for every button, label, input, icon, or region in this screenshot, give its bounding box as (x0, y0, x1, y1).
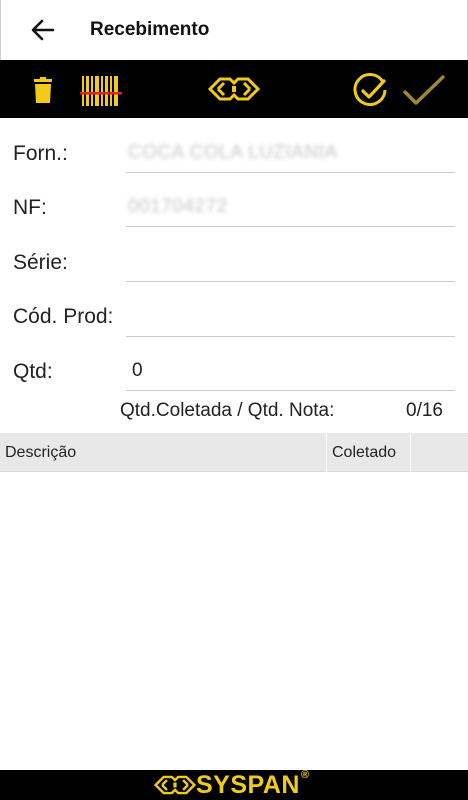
syspan-logo-icon (207, 77, 261, 101)
trash-icon (34, 77, 52, 103)
form-row-serie: Série: (0, 247, 468, 301)
serie-label: Série: (13, 251, 68, 274)
quantity-summary-label: Qtd.Coletada / Qtd. Nota: (120, 400, 335, 421)
nf-label: NF: (13, 196, 47, 219)
registered-mark: ® (301, 769, 310, 781)
nf-field[interactable]: 001704272 (126, 192, 455, 227)
form-row-cod-prod: Cód. Prod: (0, 302, 468, 356)
qtd-label: Qtd: (13, 360, 53, 383)
cod-prod-label: Cód. Prod: (13, 305, 114, 328)
arrow-left-icon (31, 19, 55, 41)
footer-brand-bar: SYSPAN ® (0, 769, 468, 800)
column-divider (326, 433, 327, 472)
back-button[interactable] (27, 14, 59, 46)
check-icon (403, 75, 445, 105)
column-header-descricao[interactable]: Descrição (5, 433, 76, 472)
app-bar: Recebimento (0, 0, 468, 60)
qtd-value: 0 (132, 360, 143, 381)
column-header-coletado[interactable]: Coletado (332, 433, 396, 472)
form-row-nf: NF: 001704272 (0, 192, 468, 246)
items-table-body[interactable] (0, 473, 468, 770)
syspan-logo (207, 74, 261, 109)
fornecedor-value: COCA COLA LUZIANIA (128, 142, 338, 163)
confirm-button[interactable] (402, 74, 446, 113)
action-toolbar (0, 60, 468, 118)
fornecedor-label: Forn.: (13, 142, 68, 165)
delete-button[interactable] (30, 77, 56, 110)
cod-prod-input[interactable] (126, 302, 455, 337)
form-row-fornecedor: Forn.: COCA COLA LUZIANIA (0, 138, 468, 192)
syspan-logo-icon (154, 775, 196, 795)
qtd-input[interactable]: 0 (126, 356, 455, 391)
items-table-header: Descrição Coletado (0, 433, 468, 472)
serie-input[interactable] (126, 247, 455, 282)
footer-brand-name: SYSPAN (196, 771, 300, 799)
column-divider (410, 433, 411, 472)
quantity-summary: Qtd.Coletada / Qtd. Nota: 0/16 (0, 400, 468, 424)
barcode-scan-icon (80, 76, 122, 106)
check-circle-icon (353, 73, 387, 106)
quantity-summary-value: 0/16 (406, 400, 443, 421)
check-all-button[interactable] (352, 72, 390, 115)
nf-value: 001704272 (128, 196, 228, 217)
scan-barcode-button[interactable] (80, 74, 122, 113)
fornecedor-field[interactable]: COCA COLA LUZIANIA (126, 138, 455, 173)
page-title: Recebimento (90, 19, 210, 40)
